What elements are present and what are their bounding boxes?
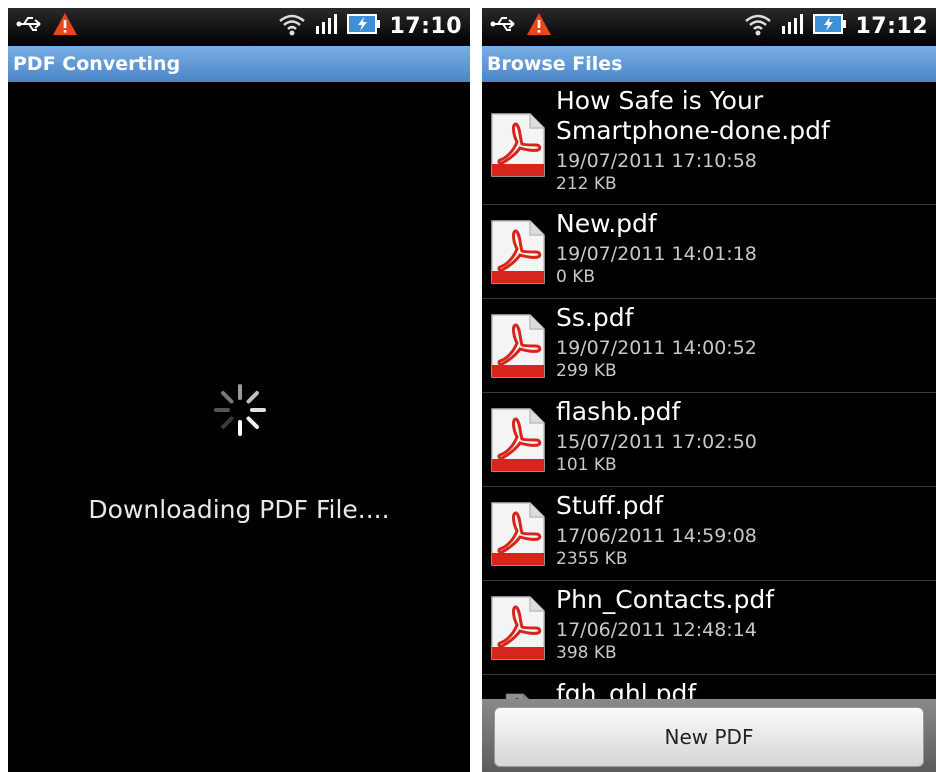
converting-screen: 17:10 PDF Converting Downloading PDF Fil…	[8, 8, 470, 772]
page-title: PDF Converting	[8, 46, 470, 82]
warning-icon	[52, 12, 78, 40]
page-title: Browse Files	[482, 46, 936, 82]
status-bar: 17:10	[8, 8, 470, 46]
file-item[interactable]: New.pdf 19/07/2011 14:01:18 0 KB	[482, 205, 936, 299]
signal-icon	[781, 12, 805, 40]
file-size: 0 KB	[556, 267, 596, 287]
status-time: 17:10	[389, 13, 462, 39]
file-date: 17/06/2011 14:59:08	[556, 525, 757, 547]
pdf-file-icon	[490, 112, 546, 178]
file-item[interactable]: fgh_ghl.pdf	[482, 675, 936, 699]
bottom-action-bar: New PDF	[482, 699, 936, 772]
pdf-file-icon	[490, 407, 546, 473]
pdf-file-icon	[490, 313, 546, 379]
wifi-icon	[277, 11, 307, 41]
file-name: Phn_Contacts.pdf	[556, 585, 775, 614]
file-size: 2355 KB	[556, 549, 628, 569]
usb-icon	[16, 13, 46, 39]
file-name: fgh_ghl.pdf	[556, 679, 697, 699]
status-time: 17:12	[855, 13, 928, 39]
file-name: How Safe is Your Smartphone-done.pdf	[556, 86, 830, 145]
file-name: Ss.pdf	[556, 303, 634, 332]
file-item[interactable]: Phn_Contacts.pdf 17/06/2011 12:48:14 398…	[482, 581, 936, 675]
file-item[interactable]: Stuff.pdf 17/06/2011 14:59:08 2355 KB	[482, 487, 936, 581]
file-date: 19/07/2011 17:10:58	[556, 150, 757, 172]
file-size: 212 KB	[556, 174, 617, 194]
file-name: Stuff.pdf	[556, 491, 664, 520]
usb-icon	[490, 13, 520, 39]
loading-spinner-icon	[208, 378, 272, 442]
file-item[interactable]: Ss.pdf 19/07/2011 14:00:52 299 KB	[482, 299, 936, 393]
pdf-file-icon	[490, 501, 546, 567]
file-name: New.pdf	[556, 209, 657, 238]
pdf-file-icon	[490, 219, 546, 285]
pdf-file-icon	[490, 595, 546, 661]
new-pdf-button[interactable]: New PDF	[494, 707, 924, 767]
browse-files-screen: 17:12 Browse Files How Safe is Your Smar…	[482, 8, 936, 772]
warning-icon	[526, 12, 552, 40]
file-size: 101 KB	[556, 455, 617, 475]
file-date: 17/06/2011 12:48:14	[556, 619, 757, 641]
battery-icon	[347, 13, 381, 39]
file-size: 398 KB	[556, 643, 617, 663]
file-list[interactable]: How Safe is Your Smartphone-done.pdf 19/…	[482, 82, 936, 699]
file-name: flashb.pdf	[556, 397, 681, 426]
file-item[interactable]: flashb.pdf 15/07/2011 17:02:50 101 KB	[482, 393, 936, 487]
status-bar: 17:12	[482, 8, 936, 46]
file-date: 19/07/2011 14:01:18	[556, 243, 757, 265]
signal-icon	[315, 12, 339, 40]
file-date: 19/07/2011 14:00:52	[556, 337, 757, 359]
file-date: 15/07/2011 17:02:50	[556, 431, 757, 453]
battery-icon	[813, 13, 847, 39]
file-size: 299 KB	[556, 361, 617, 381]
wifi-icon	[743, 11, 773, 41]
file-item[interactable]: How Safe is Your Smartphone-done.pdf 19/…	[482, 82, 936, 205]
loading-message: Downloading PDF File....	[88, 495, 390, 524]
